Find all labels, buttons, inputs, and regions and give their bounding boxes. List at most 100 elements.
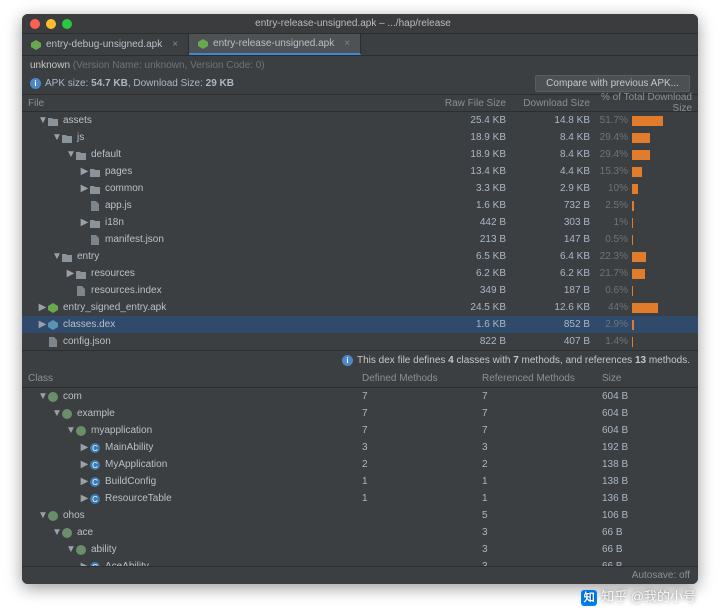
raw-size: 3.3 KB [422, 183, 512, 194]
dl-size-label: , Download Size: [128, 78, 206, 89]
close-tab-icon[interactable]: × [172, 39, 178, 50]
file-row[interactable]: ▶ entry_signed_entry.apk 24.5 KB 12.6 KB… [22, 299, 698, 316]
class-name: com [63, 391, 82, 402]
class-size: 138 B [602, 476, 692, 487]
referenced-methods: 2 [482, 459, 602, 470]
file-name: manifest.json [105, 234, 164, 245]
class-tree[interactable]: ▼ com 7 7 604 B ▼ example 7 7 604 B ▼ my… [22, 388, 698, 584]
disclosure-arrow-icon[interactable]: ▶ [80, 183, 89, 194]
version-close-paren: ) [261, 60, 264, 71]
disclosure-arrow-icon[interactable]: ▶ [80, 493, 89, 504]
file-row[interactable]: ▼ js 18.9 KB 8.4 KB 29.4% [22, 129, 698, 146]
file-header-raw: Raw File Size [422, 98, 512, 109]
file-row[interactable]: resources.index 349 B 187 B 0.6% [22, 282, 698, 299]
disclosure-arrow-icon[interactable]: ▼ [52, 408, 61, 419]
cls-icon [89, 493, 103, 505]
cls-icon [89, 442, 103, 454]
disclosure-arrow-icon[interactable]: ▶ [80, 217, 89, 228]
disclosure-arrow-icon[interactable]: ▼ [66, 544, 75, 555]
tab-label: entry-release-unsigned.apk [213, 38, 334, 49]
file-row[interactable]: ▼ assets 25.4 KB 14.8 KB 51.7% [22, 112, 698, 129]
download-size: 407 B [512, 336, 592, 347]
referenced-methods: 7 [482, 391, 602, 402]
class-row[interactable]: ▶ BuildConfig 1 1 138 B [22, 473, 698, 490]
pct-of-total: 51.7% [592, 115, 632, 126]
version-name: unknown [145, 60, 185, 71]
file-tree[interactable]: ▼ assets 25.4 KB 14.8 KB 51.7% ▼ js 18.9… [22, 112, 698, 350]
file-row[interactable]: app.js 1.6 KB 732 B 2.5% [22, 197, 698, 214]
close-tab-icon[interactable]: × [344, 38, 350, 49]
file-name: resources.index [91, 285, 162, 296]
size-bar [632, 286, 692, 296]
compare-apk-button[interactable]: Compare with previous APK... [535, 75, 690, 92]
class-row[interactable]: ▼ example 7 7 604 B [22, 405, 698, 422]
minimize-window-icon[interactable] [46, 19, 56, 29]
pct-of-total: 15.3% [592, 166, 632, 177]
class-row[interactable]: ▼ myapplication 7 7 604 B [22, 422, 698, 439]
class-size: 66 B [602, 527, 692, 538]
file-name: resources [91, 268, 135, 279]
disclosure-arrow-icon[interactable]: ▼ [66, 149, 75, 160]
info-icon: i [342, 355, 353, 366]
file-row[interactable]: ▶ classes.dex 1.6 KB 852 B 2.9% [22, 316, 698, 333]
disclosure-arrow-icon[interactable]: ▶ [80, 166, 89, 177]
file-name: entry [77, 251, 99, 262]
class-row[interactable]: ▶ ResourceTable 1 1 136 B [22, 490, 698, 507]
file-row[interactable]: manifest.json 213 B 147 B 0.5% [22, 231, 698, 248]
window-controls [30, 19, 72, 29]
disclosure-arrow-icon[interactable]: ▼ [52, 527, 61, 538]
class-row[interactable]: ▶ MyApplication 2 2 138 B [22, 456, 698, 473]
tab-label: entry-debug-unsigned.apk [46, 39, 162, 50]
dex-ref-methods-count: 13 [635, 355, 646, 366]
disclosure-arrow-icon[interactable]: ▼ [38, 510, 47, 521]
class-header-defined: Defined Methods [362, 373, 482, 384]
disclosure-arrow-icon[interactable]: ▶ [66, 268, 75, 279]
file-header-dl: Download Size [512, 98, 592, 109]
file-row[interactable]: ▶ resources 6.2 KB 6.2 KB 21.7% [22, 265, 698, 282]
window-title: entry-release-unsigned.apk – .../hap/rel… [72, 18, 634, 29]
class-row[interactable]: ▼ ohos 5 106 B [22, 507, 698, 524]
raw-size: 1.6 KB [422, 200, 512, 211]
close-window-icon[interactable] [30, 19, 40, 29]
file-row[interactable]: ▶ pages 13.4 KB 4.4 KB 15.3% [22, 163, 698, 180]
info-icon: i [30, 78, 41, 89]
class-row[interactable]: ▼ com 7 7 604 B [22, 388, 698, 405]
tab-0[interactable]: entry-debug-unsigned.apk × [22, 34, 189, 55]
disclosure-arrow-icon[interactable]: ▼ [66, 425, 75, 436]
disclosure-arrow-icon[interactable]: ▶ [38, 302, 47, 313]
class-row[interactable]: ▼ ability 3 66 B [22, 541, 698, 558]
pct-of-total: 21.7% [592, 268, 632, 279]
raw-size: 1.6 KB [422, 319, 512, 330]
folder-icon [75, 268, 89, 280]
class-name: ace [77, 527, 93, 538]
file-row[interactable]: ▼ entry 6.5 KB 6.4 KB 22.3% [22, 248, 698, 265]
disclosure-arrow-icon[interactable]: ▶ [38, 319, 47, 330]
defined-methods: 1 [362, 493, 482, 504]
disclosure-arrow-icon[interactable]: ▶ [80, 476, 89, 487]
raw-size: 18.9 KB [422, 149, 512, 160]
disclosure-arrow-icon[interactable]: ▶ [80, 442, 89, 453]
disclosure-arrow-icon[interactable]: ▼ [38, 391, 47, 402]
class-size: 192 B [602, 442, 692, 453]
disclosure-arrow-icon[interactable]: ▶ [80, 459, 89, 470]
cls-icon [89, 459, 103, 471]
disclosure-arrow-icon[interactable]: ▼ [52, 132, 61, 143]
maximize-window-icon[interactable] [62, 19, 72, 29]
file-row[interactable]: ▶ common 3.3 KB 2.9 KB 10% [22, 180, 698, 197]
file-row[interactable]: config.json 822 B 407 B 1.4% [22, 333, 698, 350]
file-name: config.json [63, 336, 111, 347]
class-row[interactable]: ▼ ace 3 66 B [22, 524, 698, 541]
app-window: entry-release-unsigned.apk – .../hap/rel… [22, 14, 698, 584]
folder-icon [89, 183, 103, 195]
size-bar [632, 201, 692, 211]
raw-size: 442 B [422, 217, 512, 228]
class-name: ability [91, 544, 117, 555]
disclosure-arrow-icon[interactable]: ▼ [38, 115, 47, 126]
file-row[interactable]: ▼ default 18.9 KB 8.4 KB 29.4% [22, 146, 698, 163]
tab-1[interactable]: entry-release-unsigned.apk × [189, 34, 361, 55]
disclosure-arrow-icon[interactable]: ▼ [52, 251, 61, 262]
apk-info-bar: unknown (Version Name: unknown, Version … [22, 56, 698, 94]
file-row[interactable]: ▶ i18n 442 B 303 B 1% [22, 214, 698, 231]
class-row[interactable]: ▶ MainAbility 3 3 192 B [22, 439, 698, 456]
size-bar [632, 320, 692, 330]
